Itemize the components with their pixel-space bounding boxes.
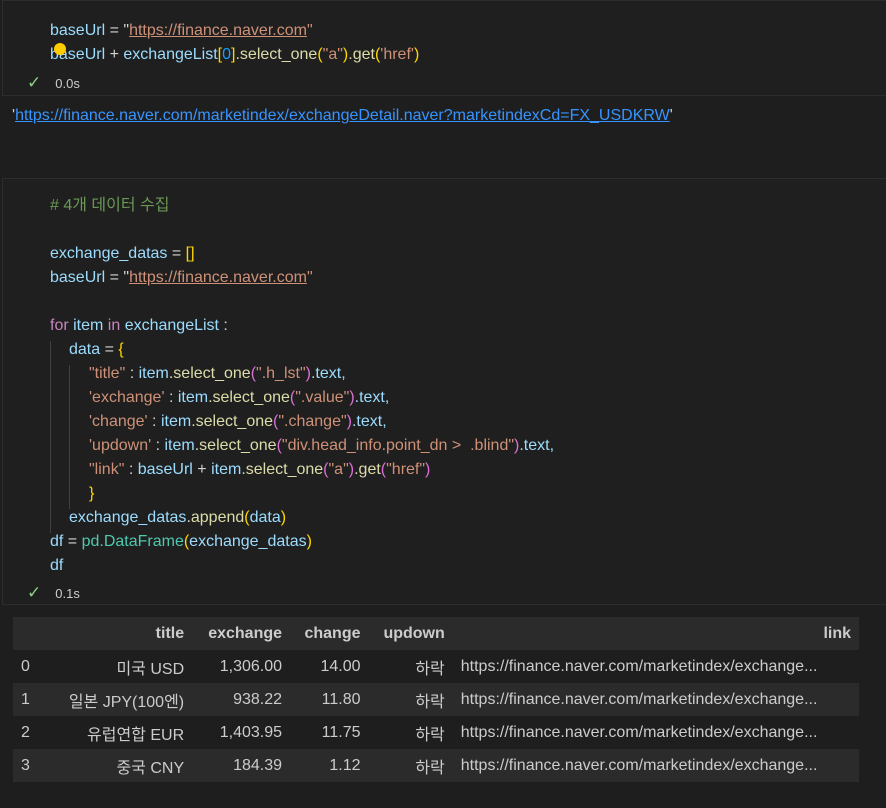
cell-status: ✓ 0.0s — [27, 73, 80, 92]
cell-output: 'https://finance.naver.com/marketindex/e… — [12, 107, 673, 124]
column-header: change — [290, 617, 369, 650]
column-header: link — [452, 617, 859, 650]
output-link[interactable]: https://finance.naver.com/marketindex/ex… — [15, 107, 670, 124]
code-line: 'change' : item.select_one(".change").te… — [89, 413, 387, 430]
table-cell: 중국 CNY — [49, 749, 193, 782]
table-cell: 11.80 — [290, 683, 369, 716]
table-row: 1 일본 JPY(100엔) 938.22 11.80 하락 https://f… — [13, 683, 859, 716]
row-index: 2 — [21, 723, 30, 741]
table-row: 2 유럽연합 EUR 1,403.95 11.75 하락 https://fin… — [13, 716, 859, 749]
code-line: "link" : baseUrl + item.select_one("a").… — [89, 461, 431, 478]
table-row: 3 중국 CNY 184.39 1.12 하락 https://finance.… — [13, 749, 859, 782]
table-cell: 1,306.00 — [219, 657, 283, 675]
indent-guide — [50, 341, 51, 533]
table-cell: 일본 JPY(100엔) — [49, 683, 193, 716]
table-header-row: title exchange change updown link — [13, 617, 859, 650]
table-cell: https://finance.naver.com/marketindex/ex… — [452, 683, 859, 716]
code-line: df — [50, 557, 64, 574]
row-index: 3 — [13, 749, 49, 782]
table-cell: 11.75 — [321, 723, 361, 741]
table-cell: 하락 — [415, 726, 445, 744]
code-line: "title" : item.select_one(".h_lst").text… — [89, 365, 346, 382]
table-cell: 하락 — [368, 749, 453, 782]
table-cell: 184.39 — [192, 749, 291, 782]
indent-guide — [69, 365, 70, 509]
table-cell: https://finance.naver.com/marketindex/ex… — [460, 723, 818, 741]
code-line: baseUrl = "https://finance.naver.com" — [50, 22, 313, 39]
code-line: baseUrl + exchangeList[0].select_one("a"… — [50, 46, 420, 63]
table-cell: 미국 USD — [116, 660, 185, 678]
column-header: exchange — [192, 617, 291, 650]
table-cell: 하락 — [415, 660, 445, 678]
code-line: } — [89, 485, 95, 502]
code-line: 'exchange' : item.select_one(".value").t… — [89, 389, 390, 406]
table-cell: 1,403.95 — [219, 723, 283, 741]
code-line: df = pd.DataFrame(exchange_datas) — [50, 533, 312, 550]
lightbulb-icon[interactable] — [54, 43, 66, 55]
check-icon: ✓ — [27, 73, 42, 92]
code-line: data = { — [69, 341, 124, 358]
code-line: exchange_datas = [] — [50, 245, 195, 262]
table-cell: 938.22 — [192, 683, 291, 716]
check-icon: ✓ — [27, 583, 42, 602]
code-line: for item in exchangeList : — [50, 317, 228, 334]
code-line: 'updown' : item.select_one("div.head_inf… — [89, 437, 555, 454]
cell-status: ✓ 0.1s — [27, 583, 80, 602]
table-cell: 하락 — [368, 683, 453, 716]
code-comment: # 4개 데이터 수집 — [50, 197, 170, 214]
dataframe-table: title exchange change updown link 0 미국 U… — [13, 617, 859, 782]
code-cell-1[interactable]: baseUrl = "https://finance.naver.com" ba… — [2, 0, 886, 96]
table-cell: 14.00 — [320, 657, 361, 675]
column-header: updown — [368, 617, 453, 650]
table-cell: 유럽연합 EUR — [87, 726, 185, 744]
row-index: 1 — [13, 683, 49, 716]
table-cell: https://finance.naver.com/marketindex/ex… — [452, 749, 859, 782]
table-row: 0 미국 USD 1,306.00 14.00 하락 https://finan… — [13, 650, 859, 683]
table-cell: 1.12 — [290, 749, 369, 782]
column-header: title — [49, 617, 193, 650]
column-header — [13, 617, 49, 650]
code-line: exchange_datas.append(data) — [69, 509, 287, 526]
code-line: baseUrl = "https://finance.naver.com" — [50, 269, 313, 286]
row-index: 0 — [21, 657, 30, 675]
code-cell-2[interactable]: # 4개 데이터 수집 exchange_datas = [] baseUrl … — [2, 178, 886, 605]
table-cell: https://finance.naver.com/marketindex/ex… — [460, 657, 818, 675]
